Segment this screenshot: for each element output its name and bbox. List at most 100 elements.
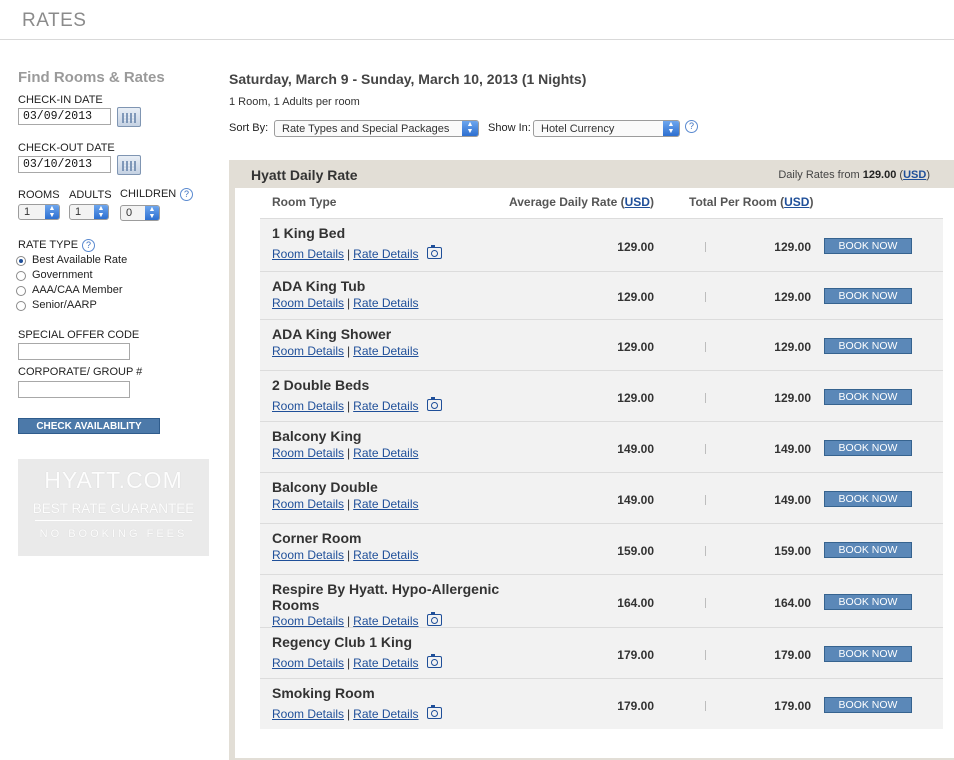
- checkout-date-field[interactable]: 03/10/2013: [18, 156, 111, 173]
- occupancy-summary: 1 Room, 1 Adults per room: [229, 96, 360, 108]
- room-links: Room Details | Rate Details: [272, 397, 442, 413]
- rate-details-link[interactable]: Rate Details: [353, 497, 418, 511]
- room-type-name: 2 Double Beds: [272, 377, 370, 393]
- room-type-name: 1 King Bed: [272, 225, 346, 241]
- total-per-room: 129.00: [774, 290, 811, 304]
- rate-details-link[interactable]: Rate Details: [353, 247, 418, 261]
- children-help-icon[interactable]: ?: [180, 188, 193, 201]
- adults-label: ADULTS: [69, 189, 112, 201]
- room-details-link[interactable]: Room Details: [272, 446, 344, 460]
- rate-panel-header: Hyatt Daily Rate Daily Rates from 129.00…: [229, 160, 954, 188]
- link-separator: |: [347, 344, 351, 358]
- room-details-link[interactable]: Room Details: [272, 656, 344, 670]
- room-links: Room Details | Rate Details: [272, 446, 419, 460]
- currency-help-icon[interactable]: ?: [685, 120, 698, 133]
- room-details-link[interactable]: Room Details: [272, 497, 344, 511]
- show-in-label: Show In:: [488, 122, 531, 134]
- col-total-close: ): [809, 195, 814, 209]
- total-per-room: 149.00: [774, 442, 811, 456]
- camera-icon[interactable]: [426, 705, 442, 719]
- checkin-date-field[interactable]: 03/09/2013: [18, 108, 111, 125]
- column-divider: [705, 342, 706, 352]
- stay-dates-heading: Saturday, March 9 - Sunday, March 10, 20…: [229, 71, 587, 87]
- total-per-room: 179.00: [774, 699, 811, 713]
- promo-line1: HYATT.COM: [44, 467, 183, 493]
- currency-link[interactable]: USD: [784, 195, 809, 209]
- room-links: Room Details | Rate Details: [272, 548, 419, 562]
- book-now-button[interactable]: BOOK NOW: [824, 646, 912, 662]
- currency-link[interactable]: USD: [625, 195, 650, 209]
- column-divider: [705, 495, 706, 505]
- best-rate-guarantee-banner[interactable]: HYATT.COM BEST RATE GUARANTEE NO BOOKING…: [18, 459, 209, 556]
- camera-icon[interactable]: [426, 397, 442, 411]
- rate-details-link[interactable]: Rate Details: [353, 656, 418, 670]
- book-now-button[interactable]: BOOK NOW: [824, 491, 912, 507]
- rooms-select[interactable]: 1 ▲ ▼: [18, 204, 60, 220]
- room-details-link[interactable]: Room Details: [272, 614, 344, 628]
- currency-select[interactable]: Hotel Currency ▲ ▼: [533, 120, 680, 137]
- rate-details-link[interactable]: Rate Details: [353, 399, 418, 413]
- corporate-code-input[interactable]: [18, 381, 130, 398]
- sort-select[interactable]: Rate Types and Special Packages ▲ ▼: [274, 120, 479, 137]
- total-per-room: 164.00: [774, 596, 811, 610]
- check-availability-button[interactable]: CHECK AVAILABILITY: [18, 418, 160, 434]
- calendar-icon[interactable]: [117, 107, 141, 127]
- calendar-icon[interactable]: [117, 155, 141, 175]
- children-select[interactable]: 0 ▲ ▼: [120, 205, 160, 221]
- daily-rates-prefix: Daily Rates from: [778, 169, 860, 181]
- book-now-button[interactable]: BOOK NOW: [824, 389, 912, 405]
- camera-icon[interactable]: [426, 245, 442, 259]
- col-total-per-room: Total Per Room (USD): [689, 195, 813, 209]
- col-room-type: Room Type: [272, 195, 337, 209]
- rate-type-radio-aaa[interactable]: [16, 286, 26, 296]
- rate-type-radio-senior[interactable]: [16, 301, 26, 311]
- col-average-rate-text: Average Daily Rate (: [509, 195, 625, 209]
- rooms-value: 1: [24, 206, 31, 218]
- promo-line3: NO BOOKING FEES: [39, 528, 188, 540]
- rate-type-radio-best[interactable]: [16, 256, 26, 266]
- book-now-button[interactable]: BOOK NOW: [824, 288, 912, 304]
- rate-details-link[interactable]: Rate Details: [353, 344, 418, 358]
- room-details-link[interactable]: Room Details: [272, 247, 344, 261]
- rate-type-radio-government[interactable]: [16, 271, 26, 281]
- room-details-link[interactable]: Room Details: [272, 344, 344, 358]
- rate-details-link[interactable]: Rate Details: [353, 446, 418, 460]
- offer-code-input[interactable]: [18, 343, 130, 360]
- rate-details-link[interactable]: Rate Details: [353, 296, 418, 310]
- room-details-link[interactable]: Room Details: [272, 296, 344, 310]
- link-separator: |: [347, 614, 351, 628]
- rate-details-link[interactable]: Rate Details: [353, 548, 418, 562]
- room-details-link[interactable]: Room Details: [272, 707, 344, 721]
- average-daily-rate: 159.00: [617, 544, 654, 558]
- select-arrows-icon: ▲ ▼: [45, 205, 59, 219]
- rate-details-link[interactable]: Rate Details: [353, 707, 418, 721]
- book-now-button[interactable]: BOOK NOW: [824, 594, 912, 610]
- column-divider: [705, 242, 706, 252]
- room-links: Room Details | Rate Details: [272, 497, 419, 511]
- select-arrows-icon: ▲ ▼: [145, 206, 159, 220]
- rate-details-link[interactable]: Rate Details: [353, 614, 418, 628]
- link-separator: |: [347, 707, 351, 721]
- average-daily-rate: 129.00: [617, 290, 654, 304]
- currency-link[interactable]: USD: [903, 169, 926, 181]
- camera-icon[interactable]: [426, 612, 442, 626]
- adults-select[interactable]: 1 ▲ ▼: [69, 204, 109, 220]
- promo-divider: [35, 520, 192, 521]
- book-now-button[interactable]: BOOK NOW: [824, 440, 912, 456]
- book-now-button[interactable]: BOOK NOW: [824, 697, 912, 713]
- room-rate-row: Respire By Hyatt. Hypo-Allergenic Rooms R…: [260, 574, 943, 628]
- room-details-link[interactable]: Room Details: [272, 399, 344, 413]
- book-now-button[interactable]: BOOK NOW: [824, 238, 912, 254]
- column-divider: [705, 292, 706, 302]
- rate-type-help-icon[interactable]: ?: [82, 239, 95, 252]
- book-now-button[interactable]: BOOK NOW: [824, 542, 912, 558]
- camera-icon[interactable]: [426, 654, 442, 668]
- checkout-label: CHECK-OUT DATE: [18, 142, 115, 154]
- daily-rates-amount: 129.00: [862, 169, 897, 181]
- room-type-name: ADA King Shower: [272, 326, 392, 342]
- book-now-button[interactable]: BOOK NOW: [824, 338, 912, 354]
- room-details-link[interactable]: Room Details: [272, 548, 344, 562]
- room-type-name: Regency Club 1 King: [272, 634, 413, 650]
- total-per-room: 129.00: [774, 391, 811, 405]
- link-separator: |: [347, 548, 351, 562]
